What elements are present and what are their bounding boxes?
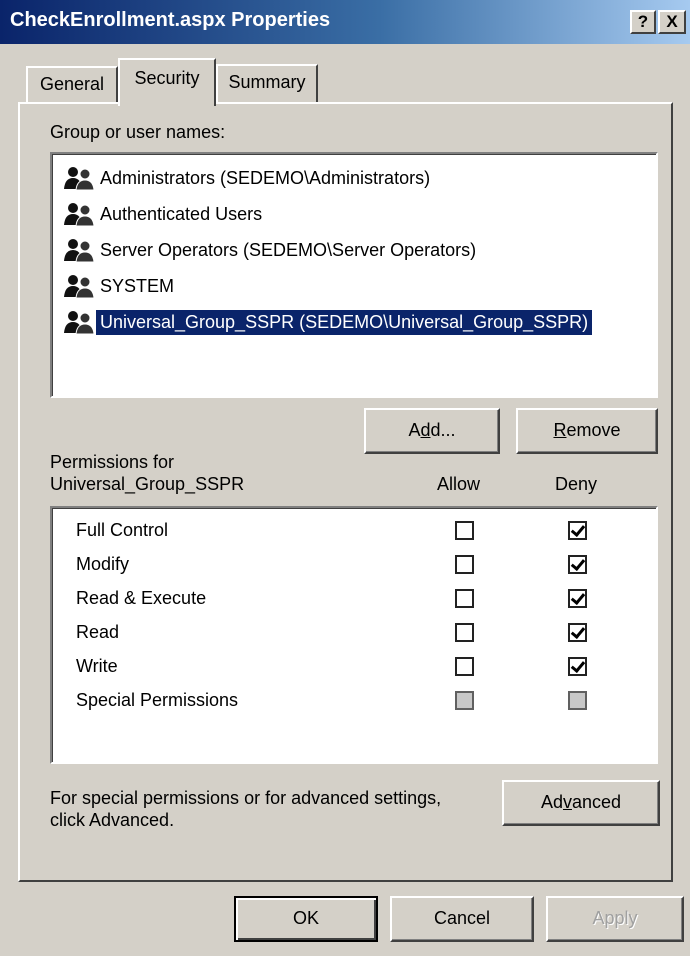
advanced-hint-line2: click Advanced. xyxy=(50,810,175,830)
perm-full-control: Full Control xyxy=(76,520,169,540)
cancel-button[interactable]: Cancel xyxy=(390,896,534,942)
allow-special-checkbox xyxy=(455,691,474,710)
list-item[interactable]: Administrators (SEDEMO\Administrators) xyxy=(62,162,434,194)
permissions-label-line1: Permissions for xyxy=(50,452,175,472)
remove-button[interactable]: Remove xyxy=(516,408,658,454)
list-item-label: Administrators (SEDEMO\Administrators) xyxy=(100,167,431,188)
deny-header: Deny xyxy=(555,474,598,494)
ok-button[interactable]: OK xyxy=(234,896,378,942)
perm-write: Write xyxy=(76,656,118,676)
group-list-label: Group or user names: xyxy=(50,122,226,142)
permissions-label-line2: Universal_Group_SSPR xyxy=(50,474,245,494)
group-user-list[interactable]: Administrators (SEDEMO\Administrators) A… xyxy=(50,152,658,398)
add-label-accel: d xyxy=(420,420,431,440)
deny-special-checkbox xyxy=(568,691,587,710)
allow-full-control-checkbox[interactable] xyxy=(455,521,474,540)
add-button[interactable]: Add... xyxy=(364,408,500,454)
advanced-label-pre: Ad xyxy=(540,792,563,812)
list-item-label: Authenticated Users xyxy=(100,203,263,224)
add-label-pre: A xyxy=(408,420,421,440)
deny-write-checkbox[interactable] xyxy=(568,657,587,676)
list-item-label: Universal_Group_SSPR (SEDEMO\Universal_G… xyxy=(96,309,593,335)
perm-read: Read xyxy=(76,622,120,642)
window-title: CheckEnrollment.aspx Properties xyxy=(10,9,331,31)
group-icon xyxy=(64,167,95,191)
deny-full-control-checkbox[interactable] xyxy=(568,521,587,540)
allow-write-checkbox[interactable] xyxy=(455,657,474,676)
tab-security[interactable]: Security xyxy=(118,58,216,106)
deny-modify-checkbox[interactable] xyxy=(568,555,587,574)
group-icon xyxy=(64,275,95,299)
list-item[interactable]: Server Operators (SEDEMO\Server Operator… xyxy=(62,234,480,266)
close-button[interactable]: X xyxy=(658,10,686,34)
add-label-post: d... xyxy=(430,420,456,440)
group-icon xyxy=(64,239,95,263)
list-item[interactable]: SYSTEM xyxy=(62,270,178,302)
tab-summary[interactable]: Summary xyxy=(216,64,318,102)
perm-special: Special Permissions xyxy=(76,690,239,710)
title-bar[interactable]: CheckEnrollment.aspx Properties ? X xyxy=(0,0,690,44)
help-button[interactable]: ? xyxy=(630,10,656,34)
allow-header: Allow xyxy=(437,474,481,494)
advanced-label-accel: v xyxy=(562,792,572,812)
list-item[interactable]: Authenticated Users xyxy=(62,198,266,230)
perm-read-execute: Read & Execute xyxy=(76,588,207,608)
remove-label-accel: R xyxy=(553,420,567,440)
deny-read-checkbox[interactable] xyxy=(568,623,587,642)
advanced-label-post: anced xyxy=(571,792,622,812)
allow-read-execute-checkbox[interactable] xyxy=(455,589,474,608)
advanced-button[interactable]: Advanced xyxy=(502,780,660,826)
list-item-selected[interactable]: Universal_Group_SSPR (SEDEMO\Universal_G… xyxy=(62,306,593,338)
allow-modify-checkbox[interactable] xyxy=(455,555,474,574)
remove-label-post: emove xyxy=(566,420,621,440)
allow-read-checkbox[interactable] xyxy=(455,623,474,642)
advanced-hint-line1: For special permissions or for advanced … xyxy=(50,788,442,808)
list-item-label: Server Operators (SEDEMO\Server Operator… xyxy=(100,239,477,260)
group-icon xyxy=(64,203,95,227)
perm-modify: Modify xyxy=(76,554,130,574)
apply-button[interactable]: Apply xyxy=(546,896,684,942)
tab-general[interactable]: General xyxy=(26,66,118,104)
group-icon xyxy=(64,311,95,335)
list-item-label: SYSTEM xyxy=(100,275,175,296)
permissions-list: Full Control Modify Read & Execute Read … xyxy=(50,506,658,764)
properties-dialog: CheckEnrollment.aspx Properties ? X Gene… xyxy=(0,0,690,956)
deny-read-execute-checkbox[interactable] xyxy=(568,589,587,608)
